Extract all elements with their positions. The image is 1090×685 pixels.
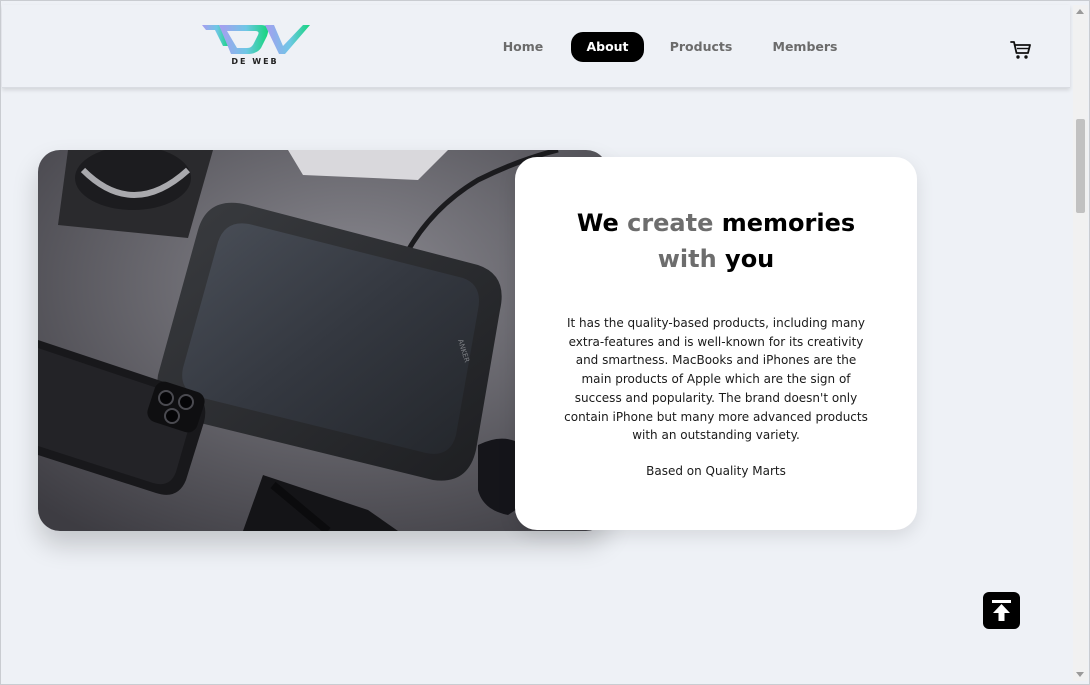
logo-mark-icon — [202, 25, 310, 54]
logo[interactable]: DE WEB — [199, 22, 311, 70]
page-scrollbar[interactable] — [1073, 5, 1088, 681]
scroll-down-arrow-icon[interactable] — [1076, 672, 1084, 677]
headline-word-accent: create — [627, 209, 714, 237]
headline-word: you — [725, 245, 775, 273]
headline-word-accent: with — [657, 245, 717, 273]
browser-viewport: DE WEB Home About Products Members ANKER… — [0, 0, 1090, 685]
nav-members[interactable]: Members — [768, 32, 842, 62]
about-source: Based on Quality Marts — [646, 464, 786, 478]
headline-word: We — [576, 209, 619, 237]
arrow-up-to-top-icon — [992, 600, 1011, 621]
scrollbar-thumb[interactable] — [1076, 119, 1085, 213]
about-headline: We create memories with you — [515, 205, 917, 277]
nav-home[interactable]: Home — [495, 32, 551, 62]
scroll-up-arrow-icon[interactable] — [1076, 9, 1084, 14]
site-header: DE WEB Home About Products Members — [2, 5, 1070, 88]
headline-word: memories — [721, 209, 856, 237]
logo-text: DE WEB — [231, 57, 279, 66]
scroll-to-top-button[interactable] — [983, 592, 1020, 629]
cart-icon[interactable] — [1009, 38, 1033, 62]
about-description: It has the quality-based products, inclu… — [564, 316, 868, 443]
nav-about[interactable]: About — [571, 32, 644, 62]
nav-products[interactable]: Products — [664, 32, 738, 62]
about-card: We create memories with you It has the q… — [515, 157, 917, 530]
